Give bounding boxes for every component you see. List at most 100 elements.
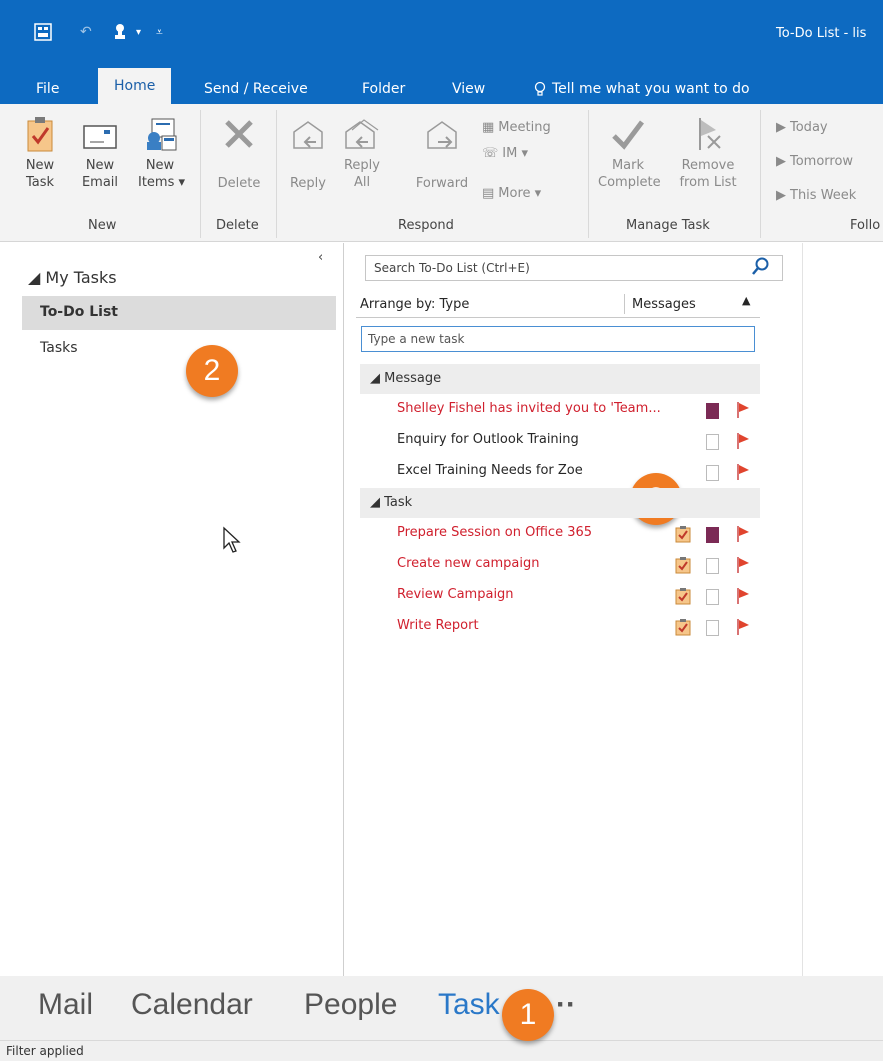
flag-icon[interactable] <box>736 525 750 543</box>
reply-label: Reply <box>289 176 326 191</box>
task-subject: Review Campaign <box>397 587 514 602</box>
mark-complete-button[interactable]: Mark Complete <box>598 116 661 191</box>
group-label-respond: Respond <box>398 218 454 233</box>
ribbon: New Task New Email New Items ▾ Delete Re… <box>0 104 883 242</box>
nav-calendar[interactable]: Calendar <box>131 988 253 1022</box>
new-task-input[interactable]: Type a new task <box>361 326 755 352</box>
mouse-cursor-icon <box>222 526 242 558</box>
im-label: IM ▾ <box>502 146 528 161</box>
delete-button[interactable]: Delete <box>212 116 266 192</box>
task-clipboard-icon <box>27 117 53 152</box>
chevron-down-icon[interactable]: ▾ <box>136 18 141 46</box>
more-button[interactable]: ▤ More ▾ <box>482 186 541 201</box>
tab-home[interactable]: Home <box>98 68 172 104</box>
group-header[interactable]: ◢ Message <box>360 364 760 394</box>
nav-mail[interactable]: Mail <box>38 988 93 1022</box>
navigation-bar: Mail Calendar People Task ·· <box>0 976 883 1040</box>
category-marker[interactable] <box>706 403 719 419</box>
callout-badge: 2 <box>186 345 238 397</box>
new-task-button[interactable]: New Task <box>20 116 60 191</box>
task-row[interactable]: Shelley Fishel has invited you to 'Team.… <box>360 395 760 425</box>
today-label: Today <box>790 120 828 135</box>
new-items-label: New Items ▾ <box>138 158 186 190</box>
customize-toolbar-icon[interactable]: ⩡ <box>156 18 163 46</box>
tab-file[interactable]: File <box>36 74 59 104</box>
flag-icon: ▶ <box>776 154 786 169</box>
tell-me-box[interactable]: Tell me what you want to do <box>534 74 750 104</box>
ribbon-separator <box>276 110 277 238</box>
reply-all-button[interactable]: Reply All <box>340 116 384 191</box>
task-row[interactable]: Enquiry for Outlook Training <box>360 426 760 456</box>
nav-more-button[interactable]: ·· <box>556 988 576 1022</box>
delete-label: Delete <box>217 176 261 191</box>
tab-folder[interactable]: Folder <box>362 74 405 104</box>
flag-icon[interactable] <box>736 432 750 450</box>
tab-send-receive[interactable]: Send / Receive <box>204 74 308 104</box>
arrange-by-label: Arrange by: Type <box>360 297 470 312</box>
task-subject: Prepare Session on Office 365 <box>397 525 593 540</box>
new-items-button[interactable]: New Items ▾ <box>138 116 186 191</box>
touch-mode-icon[interactable] <box>112 18 128 46</box>
search-icon[interactable] <box>752 256 770 280</box>
new-items-icon <box>147 118 177 151</box>
nav-people[interactable]: People <box>304 988 397 1022</box>
task-row[interactable]: Create new campaign <box>360 550 760 580</box>
mark-complete-label: Mark Complete <box>598 158 661 190</box>
tell-me-label: Tell me what you want to do <box>552 81 750 97</box>
meeting-button[interactable]: ▦ Meeting <box>482 120 551 135</box>
forward-button[interactable]: Forward <box>410 116 474 192</box>
column-divider <box>624 294 625 314</box>
follow-tomorrow-button[interactable]: ▶ Tomorrow <box>776 154 853 169</box>
category-marker[interactable] <box>706 620 719 636</box>
meeting-icon: ▦ <box>482 120 495 135</box>
status-text: Filter applied <box>6 1044 84 1058</box>
flag-icon[interactable] <box>736 401 750 419</box>
task-subject: Shelley Fishel has invited you to 'Team.… <box>397 401 661 416</box>
collapse-pane-icon[interactable]: ‹ <box>318 250 323 265</box>
more-icon: ▤ <box>482 186 495 201</box>
arrange-by-header[interactable]: Arrange by: Type Messages ▲ <box>356 292 760 318</box>
flag-icon[interactable] <box>736 463 750 481</box>
task-row[interactable]: Review Campaign <box>360 581 760 611</box>
im-button[interactable]: ☏ IM ▾ <box>482 146 528 161</box>
tab-view[interactable]: View <box>452 74 485 104</box>
folder-item-tasks[interactable]: Tasks <box>40 340 78 356</box>
title-bar: ↶ ▾ ⩡ To-Do List - lis <box>0 0 883 62</box>
flag-icon[interactable] <box>736 587 750 605</box>
flag-icon[interactable] <box>736 556 750 574</box>
category-marker[interactable] <box>706 558 719 574</box>
meeting-label: Meeting <box>498 120 551 135</box>
task-clipboard-icon <box>675 619 691 636</box>
nav-tasks[interactable]: Task <box>438 988 500 1022</box>
category-marker[interactable] <box>706 589 719 605</box>
sort-up-icon[interactable]: ▲ <box>742 294 750 307</box>
task-clipboard-icon <box>675 557 691 574</box>
forward-label: Forward <box>415 176 469 191</box>
forward-icon <box>427 121 457 149</box>
category-marker[interactable] <box>706 434 719 450</box>
flag-icon: ▶ <box>776 120 786 135</box>
remove-from-list-button[interactable]: Remove from List <box>676 116 740 191</box>
flag-remove-icon <box>699 118 721 150</box>
reply-button[interactable]: Reply <box>286 116 330 192</box>
new-email-button[interactable]: New Email <box>78 116 122 191</box>
group-label-follow-up: Follo <box>850 218 881 233</box>
new-task-label: New Task <box>25 158 55 190</box>
undo-icon[interactable]: ↶ <box>80 18 92 46</box>
task-row[interactable]: Excel Training Needs for Zoe <box>360 457 760 487</box>
group-header[interactable]: ◢ Task <box>360 488 760 518</box>
more-label: More ▾ <box>498 186 542 201</box>
task-row[interactable]: Write Report <box>360 612 760 642</box>
follow-this-week-button[interactable]: ▶ This Week <box>776 188 856 203</box>
category-marker[interactable] <box>706 465 719 481</box>
group-label-delete: Delete <box>216 218 259 233</box>
task-row[interactable]: Prepare Session on Office 365 <box>360 519 760 549</box>
my-tasks-header[interactable]: ◢ My Tasks <box>28 268 117 287</box>
follow-today-button[interactable]: ▶ Today <box>776 120 828 135</box>
new-email-label: New Email <box>81 158 119 190</box>
category-marker[interactable] <box>706 527 719 543</box>
search-input[interactable]: Search To-Do List (Ctrl+E) <box>365 255 783 281</box>
window-title: To-Do List - lis <box>776 26 867 41</box>
flag-icon[interactable] <box>736 618 750 636</box>
ribbon-separator <box>200 110 201 238</box>
